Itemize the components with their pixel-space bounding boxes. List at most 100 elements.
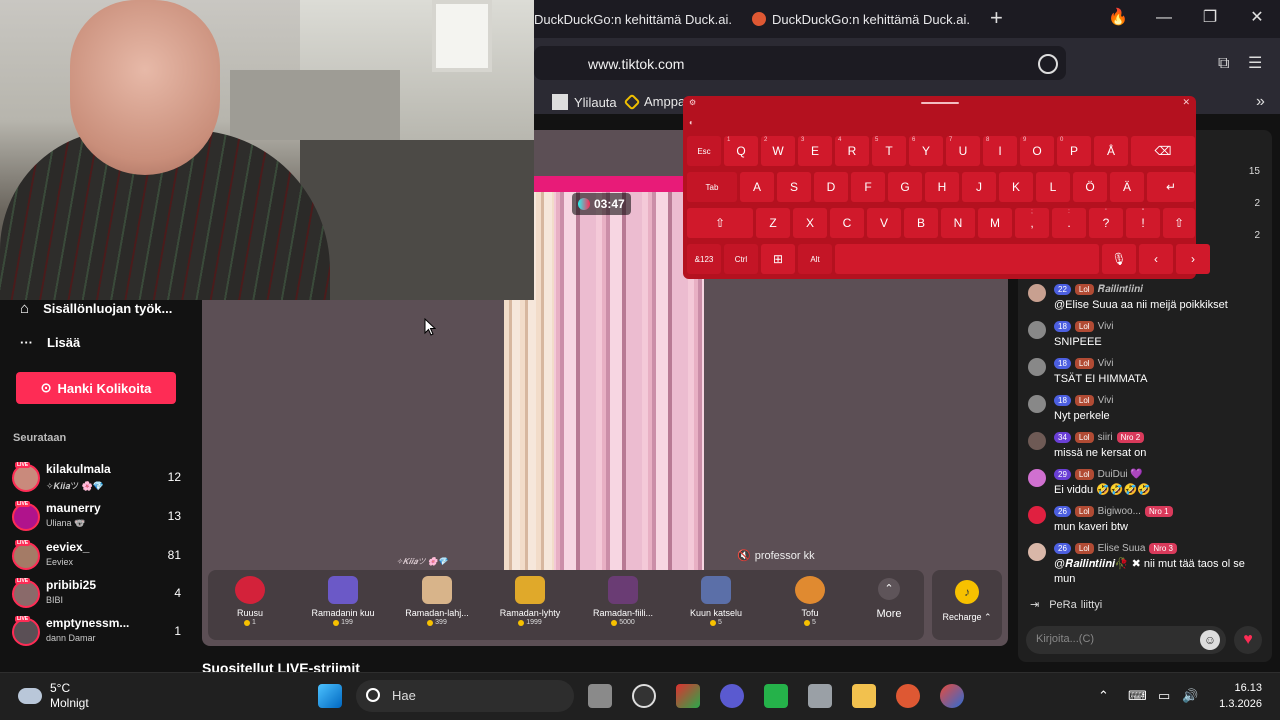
weather-widget[interactable]: 5°C Molnigt xyxy=(18,681,89,711)
file-explorer-icon[interactable] xyxy=(852,684,876,708)
browser-tab-2[interactable]: DuckDuckGo:n kehittämä Duck.ai. ✕ xyxy=(752,4,978,34)
keyboard-key[interactable]: &123 xyxy=(687,244,721,274)
chat-username[interactable]: Vivi xyxy=(1098,395,1114,406)
camera-app-icon[interactable] xyxy=(720,684,744,708)
emoji-icon[interactable]: ☺ xyxy=(1200,630,1220,650)
gift-tofu[interactable]: Tofu 5 xyxy=(762,576,858,626)
keyboard-key[interactable]: Ctrl xyxy=(724,244,758,274)
keyboard-key[interactable]: ⇧ xyxy=(1163,208,1195,238)
following-item[interactable]: LIVE pribibi25 BIBI 4 xyxy=(10,578,185,616)
keyboard-key[interactable]: D xyxy=(814,172,848,202)
gift-ruusu[interactable]: Ruusu 1 xyxy=(202,576,298,626)
keyboard-key[interactable]: .: xyxy=(1052,208,1086,238)
duck-ai-chat-icon[interactable] xyxy=(1038,54,1058,74)
fire-icon[interactable]: 🔥 xyxy=(1106,8,1130,28)
tabs-icon[interactable]: ⧉ xyxy=(1218,56,1236,72)
keyboard-key[interactable]: Alt xyxy=(798,244,832,274)
keyboard-key[interactable]: H xyxy=(925,172,959,202)
following-item[interactable]: LIVE eeviex_ Eeviex 81 xyxy=(10,540,185,578)
keyboard-key[interactable]: Y6 xyxy=(909,136,943,166)
keyboard-key[interactable]: N xyxy=(941,208,975,238)
task-view-icon[interactable] xyxy=(588,684,612,708)
avatar[interactable] xyxy=(1028,358,1046,376)
keyboard-key[interactable]: ⊞ xyxy=(761,244,795,274)
keyboard-key[interactable]: L xyxy=(1036,172,1070,202)
keyboard-key[interactable]: A xyxy=(740,172,774,202)
chat-username[interactable]: Elise Suua xyxy=(1098,543,1146,554)
bookmark-amppa[interactable]: Amppa xyxy=(623,93,685,110)
app-icon[interactable] xyxy=(940,684,964,708)
chart-app-icon[interactable] xyxy=(764,684,788,708)
keyboard-key[interactable]: Ö xyxy=(1073,172,1107,202)
keyboard-key[interactable]: O9 xyxy=(1020,136,1054,166)
keyboard-key[interactable]: 🎙 xyxy=(1102,244,1136,274)
keyboard-key[interactable]: T5 xyxy=(872,136,906,166)
keyboard-key[interactable]: ⇧ xyxy=(687,208,753,238)
keyboard-close-icon[interactable]: ✕ xyxy=(1182,97,1190,108)
keyboard-key[interactable]: U7 xyxy=(946,136,980,166)
following-item[interactable]: LIVE maunerry Uliana 🐨 13 xyxy=(10,501,185,539)
sidebar-item-creator-tools[interactable]: ⌂ Sisällönluojan työk... xyxy=(20,300,172,317)
keyboard-key[interactable]: F xyxy=(851,172,885,202)
keyboard-key[interactable] xyxy=(835,244,1099,274)
sidebar-item-more[interactable]: ··· Lisää xyxy=(20,335,80,350)
keyboard-key[interactable]: R4 xyxy=(835,136,869,166)
url-text[interactable]: www.tiktok.com xyxy=(588,56,684,72)
new-tab-button[interactable]: + xyxy=(990,6,1003,30)
muted-icon[interactable]: 🔇 xyxy=(737,549,751,562)
chevron-right-icon[interactable]: » xyxy=(1256,94,1274,110)
gift-ramadan-fiilis[interactable]: Ramadan-fiili... 5000 xyxy=(575,576,671,626)
avatar[interactable] xyxy=(1028,284,1046,302)
taskbar-search[interactable] xyxy=(356,680,574,712)
chat-username[interactable]: siiri xyxy=(1098,432,1113,443)
keyboard-key[interactable]: W2 xyxy=(761,136,795,166)
avatar[interactable] xyxy=(1028,469,1046,487)
chat-username[interactable]: Bigiwoo... xyxy=(1098,506,1141,517)
chat-username[interactable]: 𝑹𝒂𝒊𝒍𝒊𝒏𝒕𝒊𝒊𝒏𝒊 xyxy=(1098,284,1143,295)
windows-start-icon[interactable] xyxy=(318,684,342,708)
avatar[interactable] xyxy=(1028,432,1046,450)
network-icon[interactable]: ▭ xyxy=(1158,688,1170,704)
keyboard-key[interactable]: S xyxy=(777,172,811,202)
duckduckgo-browser-icon[interactable] xyxy=(896,684,920,708)
keyboard-key[interactable]: P0 xyxy=(1057,136,1091,166)
chat-username[interactable]: Vivi xyxy=(1098,358,1114,369)
browser-tab-1[interactable]: DuckDuckGo:n kehittämä Duck.ai. xyxy=(534,4,734,34)
following-item[interactable]: LIVE emptynessm... dann Damar 1 xyxy=(10,616,185,654)
keyboard-settings-icon[interactable]: ⚙ xyxy=(689,98,696,107)
bookmark-ylilauta[interactable]: Ylilauta xyxy=(552,94,617,110)
gift-ramadan-lahja[interactable]: Ramadan-lahj... 399 xyxy=(389,576,485,626)
keyboard-key[interactable]: ,; xyxy=(1015,208,1049,238)
more-gifts-button[interactable]: ⌃ More xyxy=(866,578,912,620)
keyboard-key[interactable]: ↵ xyxy=(1147,172,1195,202)
keyboard-key[interactable]: M xyxy=(978,208,1012,238)
keyboard-key[interactable]: X xyxy=(793,208,827,238)
joined-username[interactable]: PeRa xyxy=(1049,599,1077,611)
keyboard-key[interactable]: Ä xyxy=(1110,172,1144,202)
keyboard-key[interactable]: J xyxy=(962,172,996,202)
gift-ramadanin-kuu[interactable]: Ramadanin kuu 199 xyxy=(295,576,391,626)
keyboard-key[interactable]: › xyxy=(1176,244,1210,274)
keyboard-key[interactable]: ‹ xyxy=(1139,244,1173,274)
keyboard-key[interactable]: I8 xyxy=(983,136,1017,166)
keyboard-key[interactable]: E3 xyxy=(798,136,832,166)
calculator-icon[interactable] xyxy=(808,684,832,708)
keyboard-key[interactable]: ? ' xyxy=(1089,208,1123,238)
minimize-button[interactable]: — xyxy=(1152,8,1176,28)
keyboard-key[interactable]: Z xyxy=(756,208,790,238)
volume-icon[interactable]: 🔊 xyxy=(1182,688,1198,704)
restore-button[interactable]: ❐ xyxy=(1198,8,1222,28)
keyboard-key[interactable]: Q1 xyxy=(724,136,758,166)
avatar[interactable] xyxy=(1028,395,1046,413)
keyboard-key[interactable]: G xyxy=(888,172,922,202)
chat-username[interactable]: Vivi xyxy=(1098,321,1114,332)
keyboard-key[interactable]: K xyxy=(999,172,1033,202)
avatar[interactable] xyxy=(1028,506,1046,524)
keyboard-key[interactable]: Esc xyxy=(687,136,721,166)
keyboard-key[interactable]: C xyxy=(830,208,864,238)
following-item[interactable]: LIVE kilakulmala ✧𝑲𝒊𝒊𝒂ツ 🌸💎 12 xyxy=(10,462,185,500)
gift-ramadan-lyhty[interactable]: Ramadan-lyhty 1999 xyxy=(482,576,578,626)
get-coins-button[interactable]: ⊙ Hanki Kolikoita xyxy=(16,372,176,404)
clock[interactable]: 16.13 1.3.2026 xyxy=(1212,680,1262,712)
keyboard-key[interactable]: Tab xyxy=(687,172,737,202)
